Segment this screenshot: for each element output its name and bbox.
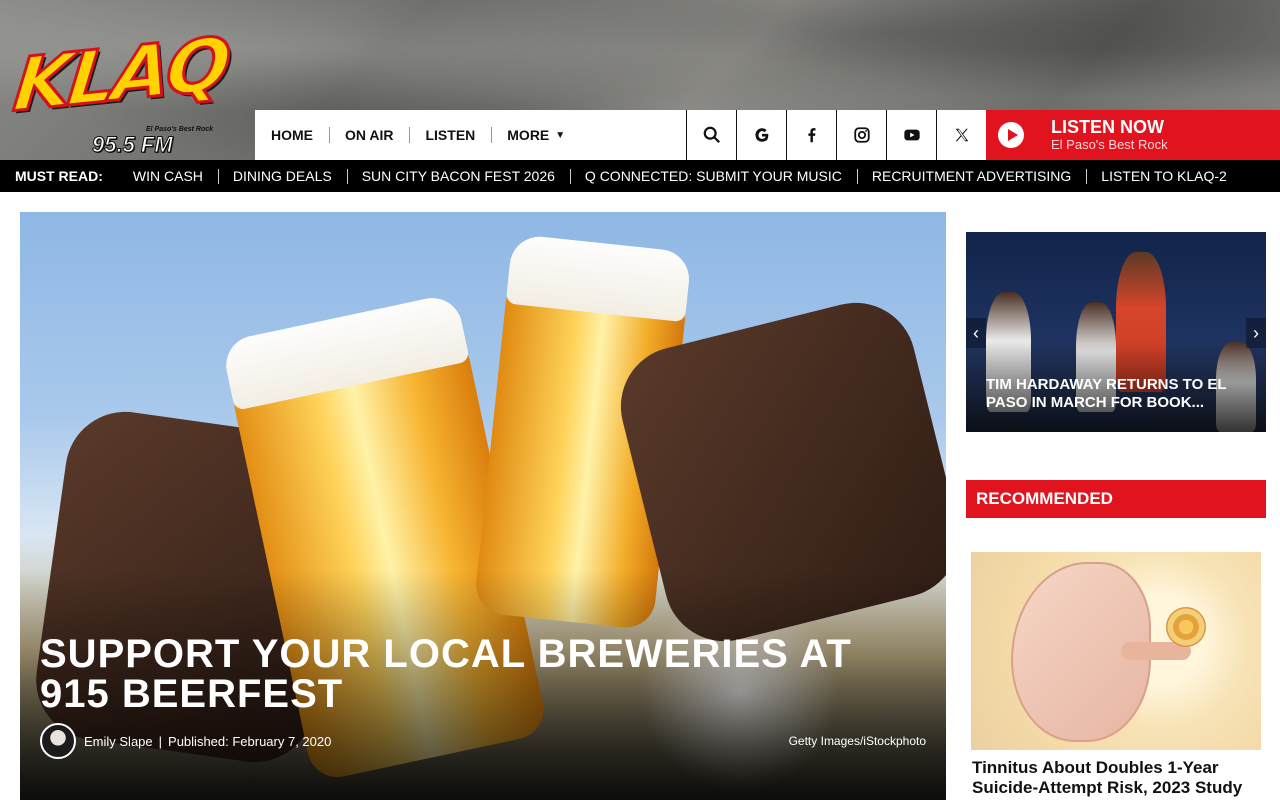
search-icon[interactable] [686, 110, 736, 160]
nav-on-air-label: ON AIR [345, 127, 394, 143]
author-avatar [40, 723, 76, 759]
nav-more[interactable]: MORE ▼ [491, 110, 581, 160]
must-read-link[interactable]: Q CONNECTED: SUBMIT YOUR MUSIC [569, 168, 857, 184]
x-icon[interactable] [936, 110, 986, 160]
recommended-title[interactable]: Tinnitus About Doubles 1-Year Suicide-At… [972, 758, 1272, 798]
nav-home[interactable]: HOME [255, 110, 329, 160]
must-read-bar: MUST READ: WIN CASH DINING DEALS SUN CIT… [0, 160, 1280, 192]
author-name[interactable]: Emily Slape [84, 734, 153, 749]
must-read-link[interactable]: SUN CITY BACON FEST 2026 [346, 168, 570, 184]
nav-on-air[interactable]: ON AIR [329, 110, 409, 160]
facebook-icon[interactable] [786, 110, 836, 160]
instagram-icon[interactable] [836, 110, 886, 160]
must-read-link[interactable]: LISTEN TO KLAQ-2 [1086, 168, 1242, 184]
hero-byline: Emily Slape | Published: February 7, 202… [40, 723, 331, 759]
social-icons [686, 110, 986, 160]
site-header: KLAQ El Paso's Best Rock 95.5 FM HOME ON… [0, 0, 1280, 160]
listen-now-text: LISTEN NOW El Paso's Best Rock [1051, 117, 1168, 153]
hero-foam-left [220, 292, 470, 411]
chevron-down-icon: ▼ [555, 129, 566, 141]
google-icon[interactable] [736, 110, 786, 160]
listen-now-subtitle: El Paso's Best Rock [1051, 137, 1168, 152]
featured-slider[interactable]: TIM HARDAWAY RETURNS TO EL PASO IN MARCH… [966, 232, 1266, 432]
recommended-heading: RECOMMENDED [966, 480, 1266, 518]
main-nav: HOME ON AIR LISTEN MORE ▼ [255, 110, 986, 160]
nav-listen-label: LISTEN [425, 127, 476, 143]
listen-now-button[interactable]: LISTEN NOW El Paso's Best Rock [986, 110, 1280, 160]
must-read-link[interactable]: DINING DEALS [217, 168, 347, 184]
hero-foam-right [505, 233, 692, 323]
nav-listen[interactable]: LISTEN [409, 110, 491, 160]
image-credit: Getty Images/iStockphoto [788, 734, 926, 748]
hero-article[interactable]: SUPPORT YOUR LOCAL BREWERIES AT 915 BEER… [20, 212, 946, 800]
logo-frequency: 95.5 FM [92, 132, 174, 158]
published-date: Published: February 7, 2020 [168, 733, 332, 749]
must-read-link[interactable]: WIN CASH [118, 168, 218, 184]
listen-now-title: LISTEN NOW [1051, 117, 1164, 137]
slider-title[interactable]: TIM HARDAWAY RETURNS TO EL PASO IN MARCH… [986, 376, 1246, 412]
nav-home-label: HOME [271, 127, 313, 143]
chevron-right-icon[interactable]: › [1246, 318, 1266, 348]
recommended-image[interactable] [971, 552, 1261, 750]
hero-title[interactable]: SUPPORT YOUR LOCAL BREWERIES AT 915 BEER… [40, 634, 920, 714]
byline-separator: | [158, 733, 163, 749]
chevron-left-icon[interactable]: ‹ [966, 318, 986, 348]
cochlea-illustration [1166, 607, 1206, 647]
logo-wordmark: KLAQ [8, 20, 232, 130]
nav-more-label: MORE [507, 127, 550, 143]
must-read-label: MUST READ: [15, 168, 103, 184]
station-logo[interactable]: KLAQ El Paso's Best Rock 95.5 FM [8, 20, 244, 160]
play-icon [998, 122, 1024, 148]
youtube-icon[interactable] [886, 110, 936, 160]
must-read-link[interactable]: RECRUITMENT ADVERTISING [856, 168, 1086, 184]
